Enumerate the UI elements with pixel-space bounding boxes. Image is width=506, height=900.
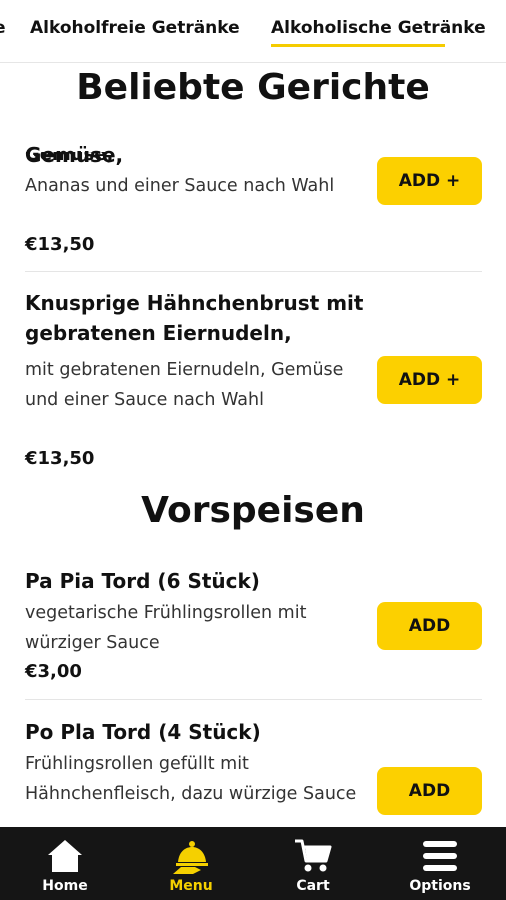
bottom-navigation: Home Menu Cart Options	[0, 827, 506, 900]
item-divider	[25, 699, 482, 700]
menu-item-name: Knusprige Hähnchenbrust mit gebratenen E…	[25, 291, 364, 345]
nav-home[interactable]: Home	[2, 827, 128, 900]
nav-menu-label: Menu	[169, 878, 213, 894]
menu-dish-icon	[171, 836, 211, 876]
menu-item: Po Pla Tord (4 Stück) Frühlingsrollen ge…	[0, 717, 506, 827]
add-button[interactable]: ADD +	[377, 157, 482, 205]
section-title-beliebte-gerichte: Beliebte Gerichte	[76, 67, 430, 108]
menu-item-description: mit gebratenen Eiernudeln, Gemüse und ei…	[25, 360, 344, 410]
add-button[interactable]: ADD +	[377, 356, 482, 404]
menu-item-price: €3,00	[25, 661, 82, 682]
tab-previous-category[interactable]: e	[0, 18, 6, 38]
menu-item: Knusprige Hähnchenbrust mit gebratenen E…	[0, 288, 506, 469]
menu-item-name: Gemüse,	[25, 143, 124, 167]
nav-cart-label: Cart	[296, 878, 330, 894]
category-tabs: e Alkoholfreie Getränke Alkoholische Get…	[0, 0, 506, 63]
home-icon	[45, 836, 85, 876]
tab-alkoholische-getraenke[interactable]: Alkoholische Getränke	[271, 18, 486, 38]
nav-options[interactable]: Options	[377, 827, 503, 900]
menu-item-description: Frühlingsrollen gefüllt mit Hähnchenflei…	[25, 754, 357, 804]
menu-item-price: €13,50	[25, 448, 95, 469]
menu-item-description: Ananas und einer Sauce nach Wahl	[25, 176, 335, 196]
menu-item: Knusprige Hähnchenbrust mit Gemüse, Gemü…	[0, 122, 506, 272]
hamburger-icon	[420, 836, 460, 876]
active-tab-indicator	[271, 44, 445, 47]
menu-item-name: Pa Pia Tord (6 Stück)	[25, 569, 260, 593]
add-button[interactable]: ADD	[377, 602, 482, 650]
cart-icon	[293, 836, 333, 876]
nav-home-label: Home	[42, 878, 88, 894]
menu-item-description: vegetarische Frühlingsrollen mit würzige…	[25, 603, 307, 653]
menu-item-name: Po Pla Tord (4 Stück)	[25, 720, 261, 744]
menu-content[interactable]: Beliebte Gerichte Knusprige Hähnchenbrus…	[0, 62, 506, 827]
section-title-vorspeisen: Vorspeisen	[141, 490, 365, 531]
tab-alkoholfreie-getraenke[interactable]: Alkoholfreie Getränke	[30, 18, 240, 38]
item-divider	[25, 271, 482, 272]
nav-menu[interactable]: Menu	[128, 827, 254, 900]
menu-item: Pa Pia Tord (6 Stück) vegetarische Frühl…	[0, 566, 506, 686]
menu-item-price: €13,50	[25, 234, 95, 255]
nav-options-label: Options	[409, 878, 471, 894]
add-button[interactable]: ADD	[377, 767, 482, 815]
nav-cart[interactable]: Cart	[250, 827, 376, 900]
